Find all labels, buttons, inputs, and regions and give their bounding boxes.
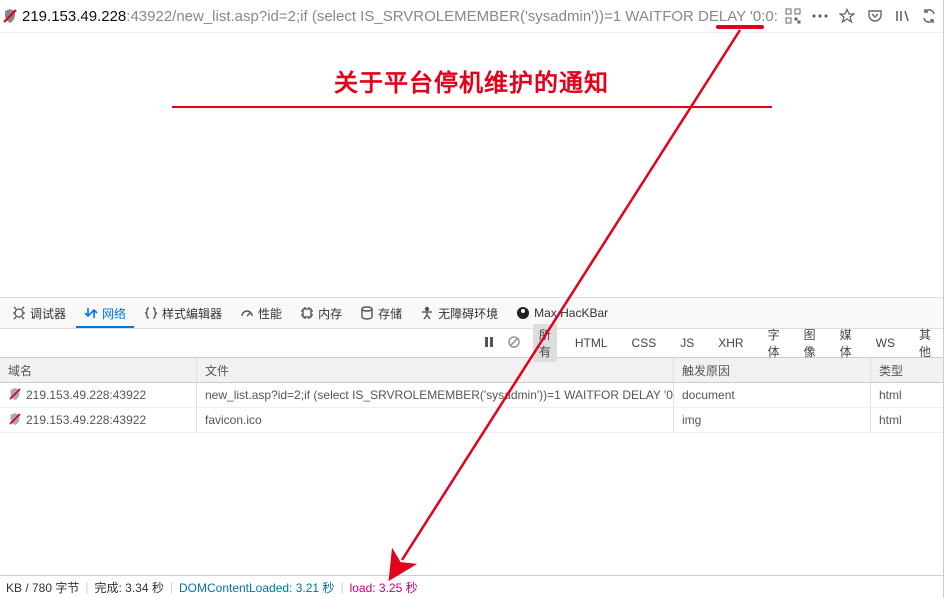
- filter-font[interactable]: 字体: [762, 324, 786, 362]
- tab-debugger[interactable]: 调试器: [4, 298, 74, 328]
- filter-html[interactable]: HTML: [569, 334, 614, 352]
- tab-performance[interactable]: 性能: [232, 298, 290, 328]
- filter-css[interactable]: CSS: [626, 334, 663, 352]
- filter-img[interactable]: 图像: [798, 324, 822, 362]
- annotation-underline: [716, 25, 764, 29]
- status-load: load: 3.25 秒: [350, 579, 418, 596]
- pause-icon[interactable]: [483, 336, 495, 351]
- tab-storage[interactable]: 存储: [352, 298, 410, 328]
- url-input[interactable]: 219.153.49.228:43922/new_list.asp?id=2;i…: [22, 8, 777, 25]
- tab-max-hackbar[interactable]: Max HacKBar: [508, 298, 616, 328]
- url-path: :43922/new_list.asp?id=2;if (select IS_S…: [126, 8, 777, 25]
- filter-media[interactable]: 媒体: [834, 324, 858, 362]
- library-icon[interactable]: [890, 4, 913, 28]
- page-actions-icon[interactable]: [808, 4, 831, 28]
- tab-network[interactable]: 网络: [76, 298, 134, 328]
- status-size: KB / 780 字节: [6, 579, 79, 596]
- col-type[interactable]: 类型: [871, 358, 944, 382]
- clear-icon[interactable]: [507, 335, 521, 352]
- filter-ws[interactable]: WS: [870, 334, 901, 352]
- insecure-icon: [8, 412, 22, 429]
- url-host: 219.153.49.228: [22, 8, 126, 25]
- page-title: 关于平台停机维护的通知: [0, 33, 943, 98]
- insecure-icon: [8, 387, 22, 404]
- filter-all[interactable]: 所有: [533, 324, 557, 362]
- filter-js[interactable]: JS: [674, 334, 700, 352]
- tab-accessibility[interactable]: 无障碍环境: [412, 298, 506, 328]
- connection-insecure-icon[interactable]: [2, 8, 18, 24]
- filter-xhr[interactable]: XHR: [712, 334, 749, 352]
- col-file[interactable]: 文件: [197, 358, 674, 382]
- filter-other[interactable]: 其他: [913, 324, 937, 362]
- page-content: 关于平台停机维护的通知: [0, 33, 943, 297]
- status-dcl: DOMContentLoaded: 3.21 秒: [179, 579, 334, 596]
- network-controls: 所有 HTML CSS JS XHR 字体 图像 媒体 WS 其他: [0, 329, 943, 357]
- star-icon[interactable]: [836, 4, 859, 28]
- qr-icon[interactable]: [781, 4, 804, 28]
- status-done: 完成: 3.34 秒: [95, 579, 164, 596]
- network-table: 域名 文件 触发原因 类型 传输 219.153.49.228:43922 ne…: [0, 357, 943, 433]
- col-domain[interactable]: 域名: [0, 358, 197, 382]
- tab-style-editor[interactable]: 样式编辑器: [136, 298, 230, 328]
- title-underline: [172, 106, 772, 108]
- col-cause[interactable]: 触发原因: [674, 358, 871, 382]
- table-header: 域名 文件 触发原因 类型 传输: [0, 358, 943, 383]
- table-row[interactable]: 219.153.49.228:43922 favicon.ico img htm…: [0, 408, 943, 433]
- table-row[interactable]: 219.153.49.228:43922 new_list.asp?id=2;i…: [0, 383, 943, 408]
- pocket-icon[interactable]: [863, 4, 886, 28]
- sync-icon[interactable]: [918, 4, 941, 28]
- address-bar: 219.153.49.228:43922/new_list.asp?id=2;i…: [0, 0, 943, 33]
- tab-memory[interactable]: 内存: [292, 298, 350, 328]
- status-bar: KB / 780 字节 | 完成: 3.34 秒 | DOMContentLoa…: [0, 575, 943, 598]
